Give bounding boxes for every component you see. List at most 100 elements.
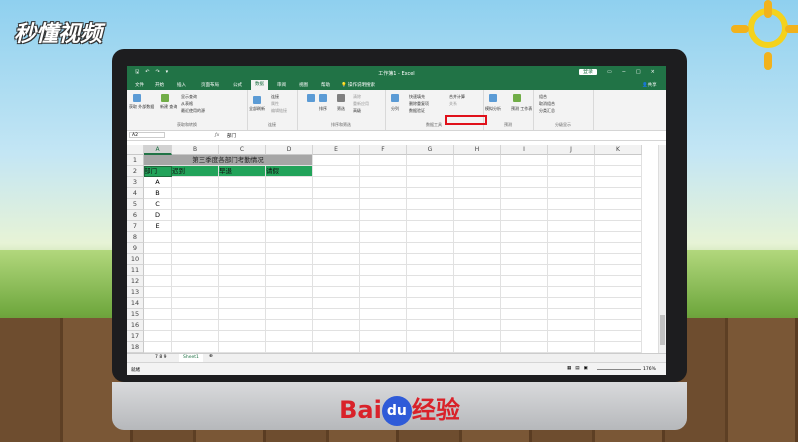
- refresh-all-button[interactable]: 全部刷新: [249, 106, 265, 112]
- cell-e8[interactable]: [313, 232, 360, 243]
- cell-b16[interactable]: [172, 320, 219, 331]
- cell-i11[interactable]: [501, 265, 548, 276]
- cell-a8[interactable]: [144, 232, 172, 243]
- cell-b8[interactable]: [172, 232, 219, 243]
- clear-button[interactable]: 清除: [353, 94, 361, 100]
- cell-d8[interactable]: [266, 232, 313, 243]
- cell-d13[interactable]: [266, 287, 313, 298]
- row-header-8[interactable]: 8: [127, 232, 144, 243]
- tab-formulas[interactable]: 公式: [233, 82, 242, 88]
- cell-g15[interactable]: [407, 309, 454, 320]
- cell-a18[interactable]: [144, 342, 172, 353]
- cell-h16[interactable]: [454, 320, 501, 331]
- cell-g18[interactable]: [407, 342, 454, 353]
- cell-c2[interactable]: 早退: [219, 166, 266, 177]
- cell-c18[interactable]: [219, 342, 266, 353]
- cell-c16[interactable]: [219, 320, 266, 331]
- cell-d15[interactable]: [266, 309, 313, 320]
- cell-b14[interactable]: [172, 298, 219, 309]
- cell-k3[interactable]: [595, 177, 642, 188]
- cell-e9[interactable]: [313, 243, 360, 254]
- cell-e17[interactable]: [313, 331, 360, 342]
- cell-d10[interactable]: [266, 254, 313, 265]
- row-header-16[interactable]: 16: [127, 320, 144, 331]
- cell-j7[interactable]: [548, 221, 595, 232]
- cell-e16[interactable]: [313, 320, 360, 331]
- tab-view[interactable]: 视图: [299, 82, 308, 88]
- edit-links-button[interactable]: 编辑链接: [271, 108, 287, 114]
- cell-f1[interactable]: [360, 155, 407, 166]
- cell-a15[interactable]: [144, 309, 172, 320]
- cell-i17[interactable]: [501, 331, 548, 342]
- cell-h10[interactable]: [454, 254, 501, 265]
- flash-fill-button[interactable]: 快速填充: [409, 94, 425, 100]
- sheet-nav-item[interactable]: 9: [164, 355, 167, 360]
- tell-me-search[interactable]: 💡 操作说明搜索: [341, 82, 375, 88]
- consolidate-button[interactable]: 合并计算: [449, 94, 465, 100]
- cell-c12[interactable]: [219, 276, 266, 287]
- cell-b6[interactable]: [172, 210, 219, 221]
- scroll-thumb[interactable]: [660, 315, 665, 345]
- cell-h11[interactable]: [454, 265, 501, 276]
- cell-e2[interactable]: [313, 166, 360, 177]
- column-header-k[interactable]: K: [595, 145, 642, 155]
- cell-a6[interactable]: D: [144, 210, 172, 221]
- cell-e5[interactable]: [313, 199, 360, 210]
- cell-e7[interactable]: [313, 221, 360, 232]
- row-header-2[interactable]: 2: [127, 166, 144, 177]
- cell-e13[interactable]: [313, 287, 360, 298]
- cell-j4[interactable]: [548, 188, 595, 199]
- cell-e11[interactable]: [313, 265, 360, 276]
- cell-f3[interactable]: [360, 177, 407, 188]
- cell-j8[interactable]: [548, 232, 595, 243]
- remove-duplicates-button[interactable]: 删除重复项: [409, 101, 429, 107]
- filter-button[interactable]: 筛选: [337, 106, 345, 112]
- cell-d11[interactable]: [266, 265, 313, 276]
- cell-k11[interactable]: [595, 265, 642, 276]
- cell-a13[interactable]: [144, 287, 172, 298]
- cell-g14[interactable]: [407, 298, 454, 309]
- cell-g1[interactable]: [407, 155, 454, 166]
- cell-c3[interactable]: [219, 177, 266, 188]
- new-query-button[interactable]: 新建 查询: [160, 104, 177, 110]
- cell-k17[interactable]: [595, 331, 642, 342]
- cell-f6[interactable]: [360, 210, 407, 221]
- properties-button[interactable]: 属性: [271, 101, 279, 107]
- cell-f11[interactable]: [360, 265, 407, 276]
- forecast-sheet-button[interactable]: 预测 工作表: [511, 106, 532, 112]
- cell-b2[interactable]: 迟到: [172, 166, 219, 177]
- cell-g5[interactable]: [407, 199, 454, 210]
- cell-a16[interactable]: [144, 320, 172, 331]
- row-header-6[interactable]: 6: [127, 210, 144, 221]
- cell-d12[interactable]: [266, 276, 313, 287]
- tab-review[interactable]: 审阅: [277, 82, 286, 88]
- row-header-17[interactable]: 17: [127, 331, 144, 342]
- select-all-corner[interactable]: [127, 145, 144, 155]
- cell-i3[interactable]: [501, 177, 548, 188]
- data-validation-button[interactable]: 数据验证: [409, 108, 425, 114]
- cell-k8[interactable]: [595, 232, 642, 243]
- cell-d18[interactable]: [266, 342, 313, 353]
- cell-b12[interactable]: [172, 276, 219, 287]
- window-controls[interactable]: ▭−□×: [607, 69, 665, 75]
- cell-h4[interactable]: [454, 188, 501, 199]
- relationships-button[interactable]: 关系: [449, 101, 457, 107]
- cell-k4[interactable]: [595, 188, 642, 199]
- cell-g4[interactable]: [407, 188, 454, 199]
- cell-e18[interactable]: [313, 342, 360, 353]
- cell-f7[interactable]: [360, 221, 407, 232]
- cell-i4[interactable]: [501, 188, 548, 199]
- tab-data[interactable]: 数据: [251, 80, 268, 90]
- ungroup-button[interactable]: 取消组合: [539, 101, 555, 107]
- cell-a10[interactable]: [144, 254, 172, 265]
- sort-button[interactable]: 排序: [319, 106, 327, 112]
- get-external-data-button[interactable]: 获取 外部数据: [129, 104, 154, 110]
- cell-j13[interactable]: [548, 287, 595, 298]
- cell-e10[interactable]: [313, 254, 360, 265]
- cell-h1[interactable]: [454, 155, 501, 166]
- cell-j17[interactable]: [548, 331, 595, 342]
- name-box[interactable]: A2: [129, 132, 165, 138]
- cell-a14[interactable]: [144, 298, 172, 309]
- cell-d2[interactable]: 请假: [266, 166, 313, 177]
- cell-i18[interactable]: [501, 342, 548, 353]
